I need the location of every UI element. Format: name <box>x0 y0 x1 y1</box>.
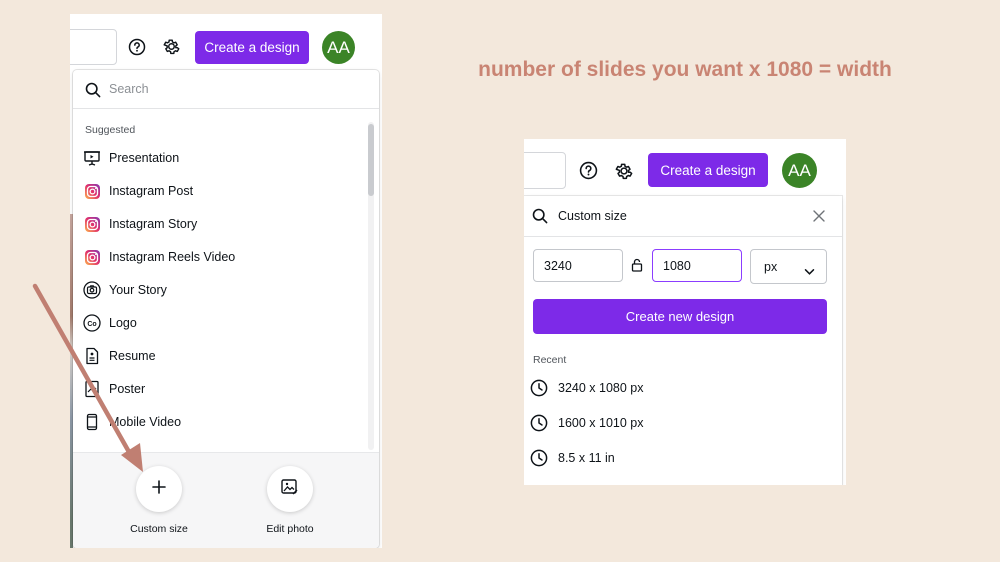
dropdown-search-row <box>73 70 379 109</box>
list-item-instagram-post[interactable]: Instagram Post <box>73 174 363 207</box>
list-item-label: Resume <box>109 348 156 363</box>
scrollbar-thumb[interactable] <box>368 124 374 196</box>
image-edit-icon <box>280 477 300 502</box>
instagram-icon <box>83 182 101 200</box>
list-item-presentation[interactable]: Presentation <box>73 141 363 174</box>
list-item-label: Instagram Post <box>109 183 194 198</box>
presentation-icon <box>83 149 101 167</box>
edit-photo-button[interactable] <box>267 466 313 512</box>
list-item-label: Mobile Video <box>109 414 182 429</box>
list-item-label: Logo <box>109 315 137 330</box>
list-item-your-story[interactable]: Your Story <box>73 273 363 306</box>
recent-item-label: 1600 x 1010 px <box>558 416 644 430</box>
question-circle-icon[interactable] <box>128 38 146 61</box>
recent-item-label: 3240 x 1080 px <box>558 381 644 395</box>
list-item-resume[interactable]: Resume <box>73 339 363 372</box>
list-item-instagram-story[interactable]: Instagram Story <box>73 207 363 240</box>
poster-icon <box>83 380 101 398</box>
chevron-down-icon <box>804 263 815 281</box>
create-new-design-button[interactable]: Create new design <box>533 299 827 334</box>
list-item-label: Instagram Reels Video <box>109 249 236 264</box>
header-search-field[interactable] <box>524 152 566 189</box>
recent-item[interactable]: 1600 x 1010 px <box>524 408 824 438</box>
left-canva-screenshot: Create a design AA Suggested Presentatio… <box>70 14 382 548</box>
recent-item-label: 8.5 x 11 in <box>558 451 615 465</box>
custom-size-button[interactable] <box>136 466 182 512</box>
list-item-poster[interactable]: Poster <box>73 372 363 405</box>
document-icon <box>83 347 101 365</box>
svg-text:Co: Co <box>87 321 96 328</box>
dropdown-bottom-actions: Custom size Edit photo <box>73 452 379 548</box>
height-input[interactable] <box>652 249 742 282</box>
edit-photo-label: Edit photo <box>266 523 314 535</box>
plus-icon <box>151 479 167 500</box>
create-a-design-button[interactable]: Create a design <box>648 153 768 187</box>
logo-co-icon: Co <box>83 314 101 332</box>
search-icon <box>532 208 548 229</box>
width-input[interactable] <box>533 249 623 282</box>
custom-size-search-text: Custom size <box>558 209 627 223</box>
list-item-instagram-reels-video[interactable]: Instagram Reels Video <box>73 240 363 273</box>
unit-value: px <box>764 259 778 274</box>
mobile-icon <box>83 413 101 431</box>
list-item-mobile-video[interactable]: Mobile Video <box>73 405 363 438</box>
close-icon[interactable] <box>812 209 826 228</box>
create-design-dropdown: Suggested Presentation Instagram Post In… <box>73 70 379 548</box>
unit-select[interactable]: px <box>750 249 827 284</box>
search-icon <box>85 82 101 103</box>
question-circle-icon[interactable] <box>579 161 598 185</box>
list-item-logo[interactable]: Co Logo <box>73 306 363 339</box>
clock-icon <box>530 379 548 402</box>
top-bar: Create a design AA <box>70 14 382 70</box>
recent-item[interactable]: 8.5 x 11 in <box>524 443 824 473</box>
custom-size-popover: Custom size px Create new design Recent … <box>524 196 842 485</box>
instagram-icon <box>83 215 101 233</box>
instagram-icon <box>83 248 101 266</box>
header-search-field[interactable] <box>70 29 117 65</box>
gear-icon[interactable] <box>614 161 634 186</box>
list-item-label: Poster <box>109 381 146 396</box>
list-item-label: Presentation <box>109 150 180 165</box>
search-input[interactable] <box>109 78 349 100</box>
avatar[interactable]: AA <box>322 31 355 64</box>
clock-icon <box>530 449 548 472</box>
gear-icon[interactable] <box>162 37 181 61</box>
create-a-design-button[interactable]: Create a design <box>195 31 309 64</box>
custom-size-label: Custom size <box>130 523 188 535</box>
lock-icon[interactable] <box>631 258 643 277</box>
clock-icon <box>530 414 548 437</box>
avatar[interactable]: AA <box>782 153 817 188</box>
custom-size-search-row[interactable]: Custom size <box>524 196 842 237</box>
recent-item[interactable]: 3240 x 1080 px <box>524 373 824 403</box>
section-label-suggested: Suggested <box>85 124 136 136</box>
instruction-headline: number of slides you want x 1080 = width <box>478 58 892 81</box>
list-item-label: Your Story <box>109 282 167 297</box>
list-item-label: Instagram Story <box>109 216 198 231</box>
right-canva-screenshot: Create a design AA Custom size px Create… <box>524 139 846 485</box>
recent-label: Recent <box>533 354 567 366</box>
camera-circle-icon <box>83 281 101 299</box>
